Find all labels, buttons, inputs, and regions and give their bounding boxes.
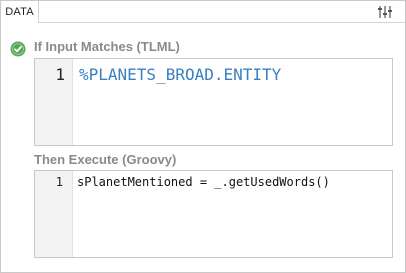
data-panel: DATA If Input Matches (TLML) 1 %PLANETS_… [0,0,406,273]
tab-data[interactable]: DATA [1,1,39,23]
check-circle-icon [10,41,26,57]
groovy-code-line[interactable]: sPlanetMentioned = _.getUsedWords() [77,175,330,189]
match-section-title: If Input Matches (TLML) [34,39,180,54]
execute-section-title: Then Execute (Groovy) [34,152,177,167]
sliders-settings-icon[interactable] [377,5,393,19]
tlml-editor[interactable]: 1 %PLANETS_BROAD.ENTITY [34,58,393,146]
tab-bar: DATA [1,1,405,23]
groovy-editor[interactable]: 1 sPlanetMentioned = _.getUsedWords() [34,170,393,258]
tlml-code-line[interactable]: %PLANETS_BROAD.ENTITY [79,65,281,84]
line-number: 1 [55,65,65,84]
line-number: 1 [55,175,63,189]
